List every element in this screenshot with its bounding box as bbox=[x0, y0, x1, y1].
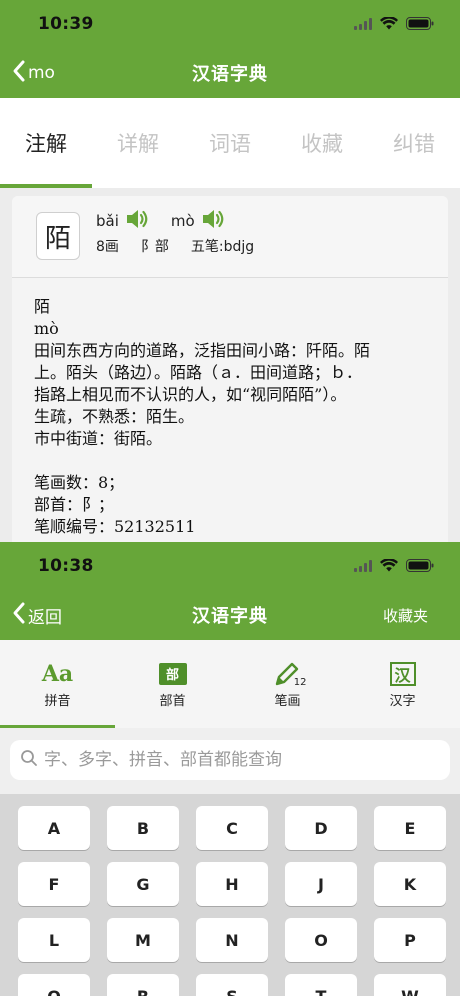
radical-icon: 部 bbox=[158, 660, 187, 688]
entry-character: 陌 bbox=[36, 212, 80, 260]
nav-bar: mo 汉语字典 bbox=[0, 48, 460, 98]
back-button[interactable]: mo bbox=[12, 48, 55, 98]
mode-label: 汉字 bbox=[389, 693, 416, 709]
nav-bar: 返回 汉语字典 收藏夹 bbox=[0, 590, 460, 640]
definition-line: 陌 bbox=[34, 297, 51, 316]
definition-line: 指路上相见而不认识的人，如“视同陌陌”）。 bbox=[34, 385, 347, 404]
key-n[interactable]: N bbox=[196, 918, 268, 962]
stats-line: 部首：阝； bbox=[34, 495, 115, 514]
key-m[interactable]: M bbox=[107, 918, 179, 962]
mode-pinyin[interactable]: Aa 拼音 bbox=[0, 640, 115, 728]
mode-label: 笔画 bbox=[274, 693, 301, 709]
entry-header: 陌 bǎi mò 8画 阝部 五笔:bdjg bbox=[12, 196, 448, 278]
stats-line: 笔画数：8； bbox=[34, 473, 125, 492]
key-a[interactable]: A bbox=[18, 806, 90, 850]
key-q[interactable]: Q bbox=[18, 974, 90, 996]
key-p[interactable]: P bbox=[374, 918, 446, 962]
key-k[interactable]: K bbox=[374, 862, 446, 906]
tab-correction[interactable]: 纠错 bbox=[368, 98, 460, 188]
key-l[interactable]: L bbox=[18, 918, 90, 962]
chevron-left-icon bbox=[12, 601, 26, 630]
status-icons bbox=[354, 15, 434, 34]
wifi-icon bbox=[380, 15, 398, 34]
mode-hanzi[interactable]: 汉 汉字 bbox=[345, 640, 460, 728]
status-bar: 10:39 bbox=[0, 0, 460, 48]
stroke-count: 8画 bbox=[96, 239, 119, 255]
key-h[interactable]: H bbox=[196, 862, 268, 906]
key-e[interactable]: E bbox=[374, 806, 446, 850]
status-time: 10:39 bbox=[38, 14, 94, 34]
speaker-icon[interactable] bbox=[201, 208, 225, 234]
status-bar: 10:38 bbox=[0, 542, 460, 590]
dictionary-search-screen: 10:38 返回 汉语字典 收藏夹 Aa 拼音 部 部首 12 笔画 汉 汉字 … bbox=[0, 542, 460, 996]
mode-label: 部首 bbox=[159, 693, 186, 709]
pronunciation-row: bǎi mò bbox=[96, 208, 247, 234]
key-j[interactable]: J bbox=[285, 862, 357, 906]
definition-line: 生疏，不熟悉：陌生。 bbox=[34, 407, 195, 426]
key-o[interactable]: O bbox=[285, 918, 357, 962]
key-g[interactable]: G bbox=[107, 862, 179, 906]
dictionary-entry-screen: 10:39 mo 汉语字典 注解 详解 词语 收藏 纠错 陌 bǎi mò 8画… bbox=[0, 0, 460, 542]
key-t[interactable]: T bbox=[285, 974, 357, 996]
letter-keyboard: A B C D E F G H J K L M N O P Q R S T W bbox=[18, 806, 448, 996]
search-bar bbox=[0, 728, 460, 794]
mode-radical[interactable]: 部 部首 bbox=[115, 640, 230, 728]
active-tab-indicator bbox=[0, 184, 92, 188]
signal-icon bbox=[354, 557, 372, 576]
definition-line: 市中街道：街陌。 bbox=[34, 429, 163, 448]
key-b[interactable]: B bbox=[107, 806, 179, 850]
chevron-left-icon bbox=[12, 59, 26, 88]
key-r[interactable]: R bbox=[107, 974, 179, 996]
entry-meta: 8画 阝部 五笔:bdjg bbox=[96, 236, 254, 256]
back-label: 返回 bbox=[28, 607, 62, 628]
favorites-button[interactable]: 收藏夹 bbox=[383, 590, 428, 640]
nav-title: 汉语字典 bbox=[192, 64, 268, 85]
search-mode-tabs: Aa 拼音 部 部首 12 笔画 汉 汉字 bbox=[0, 640, 460, 728]
tab-annotation[interactable]: 注解 bbox=[0, 98, 92, 188]
key-s[interactable]: S bbox=[196, 974, 268, 996]
radical: 阝部 bbox=[140, 239, 169, 255]
search-input[interactable] bbox=[44, 750, 450, 770]
tab-words[interactable]: 词语 bbox=[184, 98, 276, 188]
battery-icon bbox=[406, 15, 434, 34]
battery-icon bbox=[406, 557, 434, 576]
definition-line: 上。陌头（路边）。陌路（ａ．田间道路；ｂ． bbox=[34, 363, 363, 382]
key-c[interactable]: C bbox=[196, 806, 268, 850]
back-label: mo bbox=[28, 63, 55, 83]
entry-tabs: 注解 详解 词语 收藏 纠错 bbox=[0, 98, 460, 188]
key-w[interactable]: W bbox=[374, 974, 446, 996]
pinyin-2: mò bbox=[170, 212, 195, 230]
back-button[interactable]: 返回 bbox=[12, 590, 62, 640]
pinyin-icon: Aa bbox=[41, 660, 74, 687]
search-box[interactable] bbox=[10, 740, 450, 780]
stats-line: 笔顺编号：52132511 bbox=[34, 517, 196, 536]
wubi-code: 五笔:bdjg bbox=[190, 239, 255, 255]
wifi-icon bbox=[380, 557, 398, 576]
mode-label: 拼音 bbox=[44, 693, 71, 709]
hanzi-icon: 汉 bbox=[389, 660, 416, 688]
tab-details[interactable]: 详解 bbox=[92, 98, 184, 188]
status-icons bbox=[354, 557, 434, 576]
key-d[interactable]: D bbox=[285, 806, 357, 850]
entry-card: 陌 bǎi mò 8画 阝部 五笔:bdjg 陌 mò 田间东西方向的道路，泛指… bbox=[12, 196, 448, 542]
tab-favorites[interactable]: 收藏 bbox=[276, 98, 368, 188]
definition-line: 田间东西方向的道路，泛指田间小路：阡陌。陌 bbox=[34, 341, 371, 360]
mode-stroke[interactable]: 12 笔画 bbox=[230, 640, 345, 728]
search-icon bbox=[20, 749, 38, 771]
definition-line: mò bbox=[34, 319, 59, 338]
speaker-icon[interactable] bbox=[125, 208, 149, 234]
entry-definition: 陌 mò 田间东西方向的道路，泛指田间小路：阡陌。陌 上。陌头（路边）。陌路（ａ… bbox=[12, 278, 448, 538]
pencil-icon: 12 bbox=[273, 660, 307, 688]
signal-icon bbox=[354, 15, 372, 34]
nav-title: 汉语字典 bbox=[192, 606, 268, 627]
key-f[interactable]: F bbox=[18, 862, 90, 906]
status-time: 10:38 bbox=[38, 556, 94, 576]
pinyin-1: bǎi bbox=[96, 212, 119, 230]
